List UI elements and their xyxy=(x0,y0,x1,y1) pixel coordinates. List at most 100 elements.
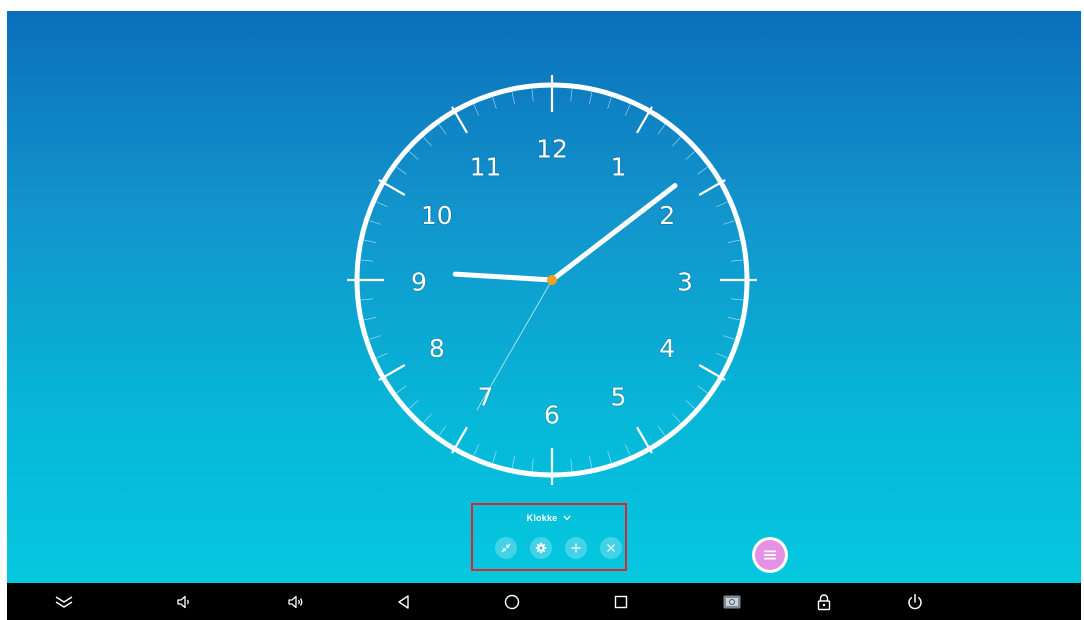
clock-numeral: 9 xyxy=(411,268,427,297)
power-button[interactable] xyxy=(904,591,926,613)
minute-tick xyxy=(589,456,593,468)
minute-tick xyxy=(723,220,735,225)
minute-tick xyxy=(376,352,388,359)
clock-numeral: 7 xyxy=(478,383,494,412)
clock-numeral: 2 xyxy=(659,201,675,230)
clock-numeral: 6 xyxy=(544,401,560,430)
minute-tick xyxy=(728,239,740,243)
desktop-background: 12 1 2 3 4 5 6 7 8 9 10 11 Klokke xyxy=(7,11,1081,583)
recent-apps-icon xyxy=(614,595,628,609)
minute-tick xyxy=(364,239,376,243)
widget-title-dropdown[interactable]: Klokke xyxy=(473,513,625,523)
analog-clock-widget[interactable]: 12 1 2 3 4 5 6 7 8 9 10 11 xyxy=(347,75,757,485)
collapse-bar-icon xyxy=(55,596,73,608)
minute-tick xyxy=(409,400,419,409)
clock-numeral: 11 xyxy=(470,152,502,181)
clock-numeral: 12 xyxy=(536,135,568,164)
minute-tick xyxy=(697,385,708,394)
minute-tick xyxy=(396,385,407,394)
minute-tick xyxy=(730,259,743,262)
minute-tick xyxy=(438,425,447,436)
collapse-button[interactable] xyxy=(495,537,517,559)
minute-hand xyxy=(452,271,555,283)
minute-tick xyxy=(369,220,381,225)
screenshot-icon xyxy=(723,595,741,609)
home-icon xyxy=(504,594,520,610)
clock-numeral: 10 xyxy=(421,201,453,230)
minute-tick xyxy=(473,444,480,456)
widget-toolbar: Klokke xyxy=(471,503,627,571)
volume-down-icon xyxy=(177,595,189,609)
minute-tick xyxy=(728,317,740,321)
minute-tick xyxy=(723,335,735,340)
minute-tick xyxy=(361,298,374,301)
minute-tick xyxy=(473,104,480,116)
minute-tick xyxy=(376,201,388,208)
minute-tick xyxy=(685,400,695,409)
system-navigation-bar xyxy=(7,583,1081,620)
minute-tick xyxy=(672,137,681,147)
minute-tick xyxy=(438,124,447,135)
recent-apps-button[interactable] xyxy=(610,591,632,613)
back-icon xyxy=(398,595,409,609)
minute-tick xyxy=(423,413,432,423)
minute-tick xyxy=(492,451,497,463)
volume-up-icon xyxy=(288,595,303,609)
clock-center-dot xyxy=(547,275,557,285)
minute-tick xyxy=(492,97,497,109)
gear-icon xyxy=(535,542,547,554)
minute-tick xyxy=(657,124,666,135)
minute-tick xyxy=(697,166,708,175)
minute-tick xyxy=(716,352,728,359)
screenshot-button[interactable] xyxy=(721,591,743,613)
main-menu-button[interactable] xyxy=(752,537,788,573)
minute-tick xyxy=(672,413,681,423)
home-button[interactable] xyxy=(501,591,523,613)
clock-numeral: 1 xyxy=(611,152,627,181)
minute-tick xyxy=(364,317,376,321)
minute-tick xyxy=(589,92,593,104)
minute-tick xyxy=(396,166,407,175)
clock-face: 121234567891011 xyxy=(347,75,757,485)
close-button[interactable] xyxy=(600,537,622,559)
minute-tick xyxy=(730,298,743,301)
collapse-arrows-icon xyxy=(501,543,511,553)
plus-icon xyxy=(571,543,581,553)
clock-numeral: 3 xyxy=(677,268,693,297)
minute-tick xyxy=(361,259,374,262)
minute-tick xyxy=(531,89,534,102)
minute-tick xyxy=(409,151,419,160)
clock-numeral: 5 xyxy=(611,383,627,412)
collapse-bar-button[interactable] xyxy=(53,591,75,613)
minute-tick xyxy=(624,444,631,456)
clock-numeral: 8 xyxy=(429,334,445,363)
add-button[interactable] xyxy=(565,537,587,559)
clock-numeral: 4 xyxy=(659,334,675,363)
minute-tick xyxy=(607,97,612,109)
minute-tick xyxy=(570,458,573,471)
back-button[interactable] xyxy=(393,591,415,613)
widget-title: Klokke xyxy=(526,513,558,523)
minute-tick xyxy=(607,451,612,463)
minute-tick xyxy=(423,137,432,147)
power-icon xyxy=(908,593,922,610)
minute-tick xyxy=(511,92,515,104)
hour-hand xyxy=(549,183,678,283)
volume-down-button[interactable] xyxy=(173,591,195,613)
second-hand xyxy=(476,279,553,411)
minute-tick xyxy=(369,335,381,340)
minute-tick xyxy=(716,201,728,208)
lock-button[interactable] xyxy=(813,591,835,613)
volume-up-button[interactable] xyxy=(285,591,307,613)
minute-tick xyxy=(624,104,631,116)
menu-icon xyxy=(764,550,776,560)
chevron-down-icon xyxy=(563,514,571,523)
settings-button[interactable] xyxy=(530,537,552,559)
lock-icon xyxy=(817,594,831,611)
minute-tick xyxy=(511,456,515,468)
minute-tick xyxy=(685,151,695,160)
minute-tick xyxy=(657,425,666,436)
close-icon xyxy=(607,544,615,552)
minute-tick xyxy=(531,458,534,471)
minute-tick xyxy=(570,89,573,102)
